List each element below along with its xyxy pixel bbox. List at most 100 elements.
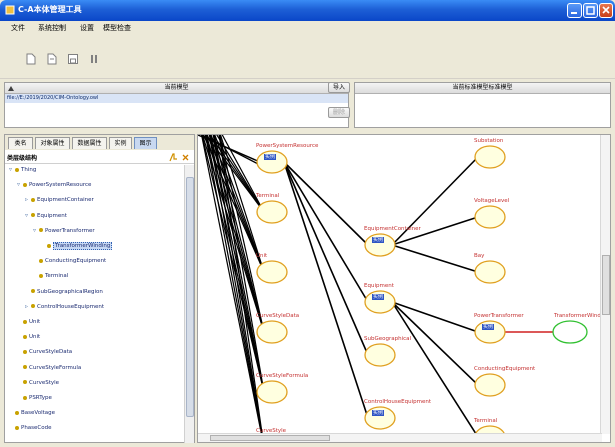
graph-node[interactable] xyxy=(256,380,288,404)
standard-model-header: 当前标准模型标准模型 xyxy=(355,83,610,94)
graph-edge[interactable] xyxy=(391,301,478,434)
menu-file[interactable]: 文件 xyxy=(11,23,25,33)
graph-node[interactable] xyxy=(256,200,288,224)
delete-button[interactable]: 删除 xyxy=(328,107,350,118)
tree-node[interactable]: CurveStyleFormula xyxy=(17,363,81,373)
graph-node-label: Unit xyxy=(256,253,268,259)
add-class-icon[interactable] xyxy=(169,153,178,162)
tree-node-label: SubGeographicalRegion xyxy=(37,288,103,295)
graph-node-label: Terminal xyxy=(474,418,498,424)
title-bar: C-A本体管理工具 xyxy=(0,0,615,21)
new-file-icon[interactable] xyxy=(25,53,37,65)
tree-node[interactable]: ▿ PowerSystemResource xyxy=(17,180,91,190)
tree-node-label: PowerTransformer xyxy=(45,227,95,234)
graph-vertical-thumb[interactable] xyxy=(602,255,610,315)
tree-node[interactable]: SubGeographicalRegion xyxy=(25,287,103,297)
graph-node[interactable] xyxy=(256,320,288,344)
class-icon xyxy=(23,334,27,339)
close-button[interactable] xyxy=(599,3,613,18)
tree-node[interactable]: ConductingEquipment xyxy=(33,256,106,266)
graph-vertical-scrollbar[interactable] xyxy=(600,135,610,434)
graph-canvas[interactable] xyxy=(198,135,602,434)
class-icon xyxy=(23,380,27,385)
graph-edge[interactable] xyxy=(283,161,369,356)
expand-toggle-icon[interactable]: ▹ xyxy=(25,302,31,312)
tree-node[interactable]: ▿ Equipment xyxy=(25,211,67,221)
class-icon xyxy=(23,319,27,324)
graph-edge[interactable] xyxy=(391,301,479,386)
graph-node[interactable] xyxy=(364,343,396,367)
class-icon xyxy=(15,410,19,415)
tree-node[interactable]: CurveStyleData xyxy=(17,347,72,357)
graph-node[interactable] xyxy=(474,205,506,229)
tree-node[interactable]: ▿ PowerTransformer xyxy=(33,226,95,236)
graph-node-label: CurveStyleFormula xyxy=(256,373,309,379)
sort-icon[interactable] xyxy=(8,86,14,91)
open-file-icon[interactable] xyxy=(46,53,58,65)
graph-node-label: EquipmentContainer xyxy=(364,226,421,232)
tree-node-label: Equipment xyxy=(37,212,67,219)
tree-node[interactable]: Unit xyxy=(17,317,40,327)
menu-system-control[interactable]: 系统控制 xyxy=(38,23,66,33)
tree-node-label: BaseVoltage xyxy=(21,410,56,417)
tab-data-properties[interactable]: 数据属性 xyxy=(72,137,107,149)
tab-diagram[interactable]: 图示 xyxy=(134,137,157,149)
current-model-row[interactable]: file://E:/2019/2020/CIM-Ontology.owl xyxy=(5,94,348,103)
current-model-panel: 当前模型 file://E:/2019/2020/CIM-Ontology.ow… xyxy=(4,82,350,128)
tree-node-label: CurveStyleData xyxy=(29,349,73,356)
tree-node-label: PowerSystemResource xyxy=(29,182,92,189)
graph-node-tag: 实例 xyxy=(264,154,277,160)
graph-node-tag: 实例 xyxy=(482,324,495,330)
tree-node[interactable]: TransformerWinding xyxy=(41,241,113,251)
menu-model-check[interactable]: 模型检查 xyxy=(103,23,131,33)
graph-node[interactable] xyxy=(552,320,588,344)
tab-object-properties[interactable]: 对象属性 xyxy=(35,137,70,149)
graph-node-label: VoltageLevel xyxy=(474,198,510,204)
tree-node[interactable]: BaseVoltage xyxy=(9,408,55,418)
class-icon xyxy=(23,349,27,354)
class-icon xyxy=(15,425,19,430)
graph-node-label: PowerTransformer xyxy=(474,313,524,319)
maximize-button[interactable] xyxy=(583,3,598,18)
tree-node[interactable]: ▹ EquipmentContainer xyxy=(25,195,94,205)
model-panel: 当前模型 file://E:/2019/2020/CIM-Ontology.ow… xyxy=(4,82,611,128)
graph-node[interactable] xyxy=(474,373,506,397)
graph-node-label: Bay xyxy=(474,253,485,259)
tree-node[interactable]: PhaseCode xyxy=(9,423,52,433)
minimize-button[interactable] xyxy=(567,3,582,18)
class-icon xyxy=(31,213,35,218)
menu-bar: 文件 系统控制 设置 模型检查 xyxy=(0,21,615,35)
pause-icon[interactable] xyxy=(88,53,100,65)
graph-node[interactable] xyxy=(474,145,506,169)
graph-horizontal-thumb[interactable] xyxy=(210,435,330,441)
import-button[interactable]: 导入 xyxy=(328,82,350,93)
expand-toggle-icon[interactable]: ▿ xyxy=(33,226,39,236)
tree-node[interactable]: ▿ Thing xyxy=(9,165,36,175)
graph-node[interactable] xyxy=(256,260,288,284)
tree-scrollbar[interactable] xyxy=(184,165,194,443)
tree-node[interactable]: Terminal xyxy=(33,271,68,281)
tree-node-label: PhaseCode xyxy=(21,425,52,432)
tree-node[interactable]: CurveStyle xyxy=(17,378,59,388)
graph-edge[interactable] xyxy=(391,244,479,273)
tree-node[interactable]: ▹ ControlHouseEquipment xyxy=(25,302,104,312)
tree-node-label: Terminal xyxy=(45,273,69,280)
class-icon xyxy=(47,243,51,248)
menu-settings[interactable]: 设置 xyxy=(80,23,94,33)
graph-horizontal-scrollbar[interactable] xyxy=(198,433,602,442)
tab-instances[interactable]: 实例 xyxy=(109,137,132,149)
class-icon xyxy=(31,289,35,294)
graph-edge[interactable] xyxy=(391,301,479,333)
delete-class-icon[interactable] xyxy=(181,153,190,162)
ontology-graph[interactable]: PowerSystemResource 实例 Terminal Unit CurveSt… xyxy=(197,134,611,443)
tab-classes[interactable]: 类名 xyxy=(8,137,33,149)
tree-node[interactable]: Unit xyxy=(17,332,40,342)
graph-node-label: Terminal xyxy=(256,193,280,199)
tree-scroll-thumb[interactable] xyxy=(186,177,194,417)
tree-node-label: ControlHouseEquipment xyxy=(37,303,104,310)
tree-node[interactable]: PSRType xyxy=(17,393,52,403)
save-file-icon[interactable] xyxy=(67,53,79,65)
graph-edge[interactable] xyxy=(283,161,369,419)
close-icon xyxy=(602,6,610,14)
graph-node[interactable] xyxy=(474,260,506,284)
